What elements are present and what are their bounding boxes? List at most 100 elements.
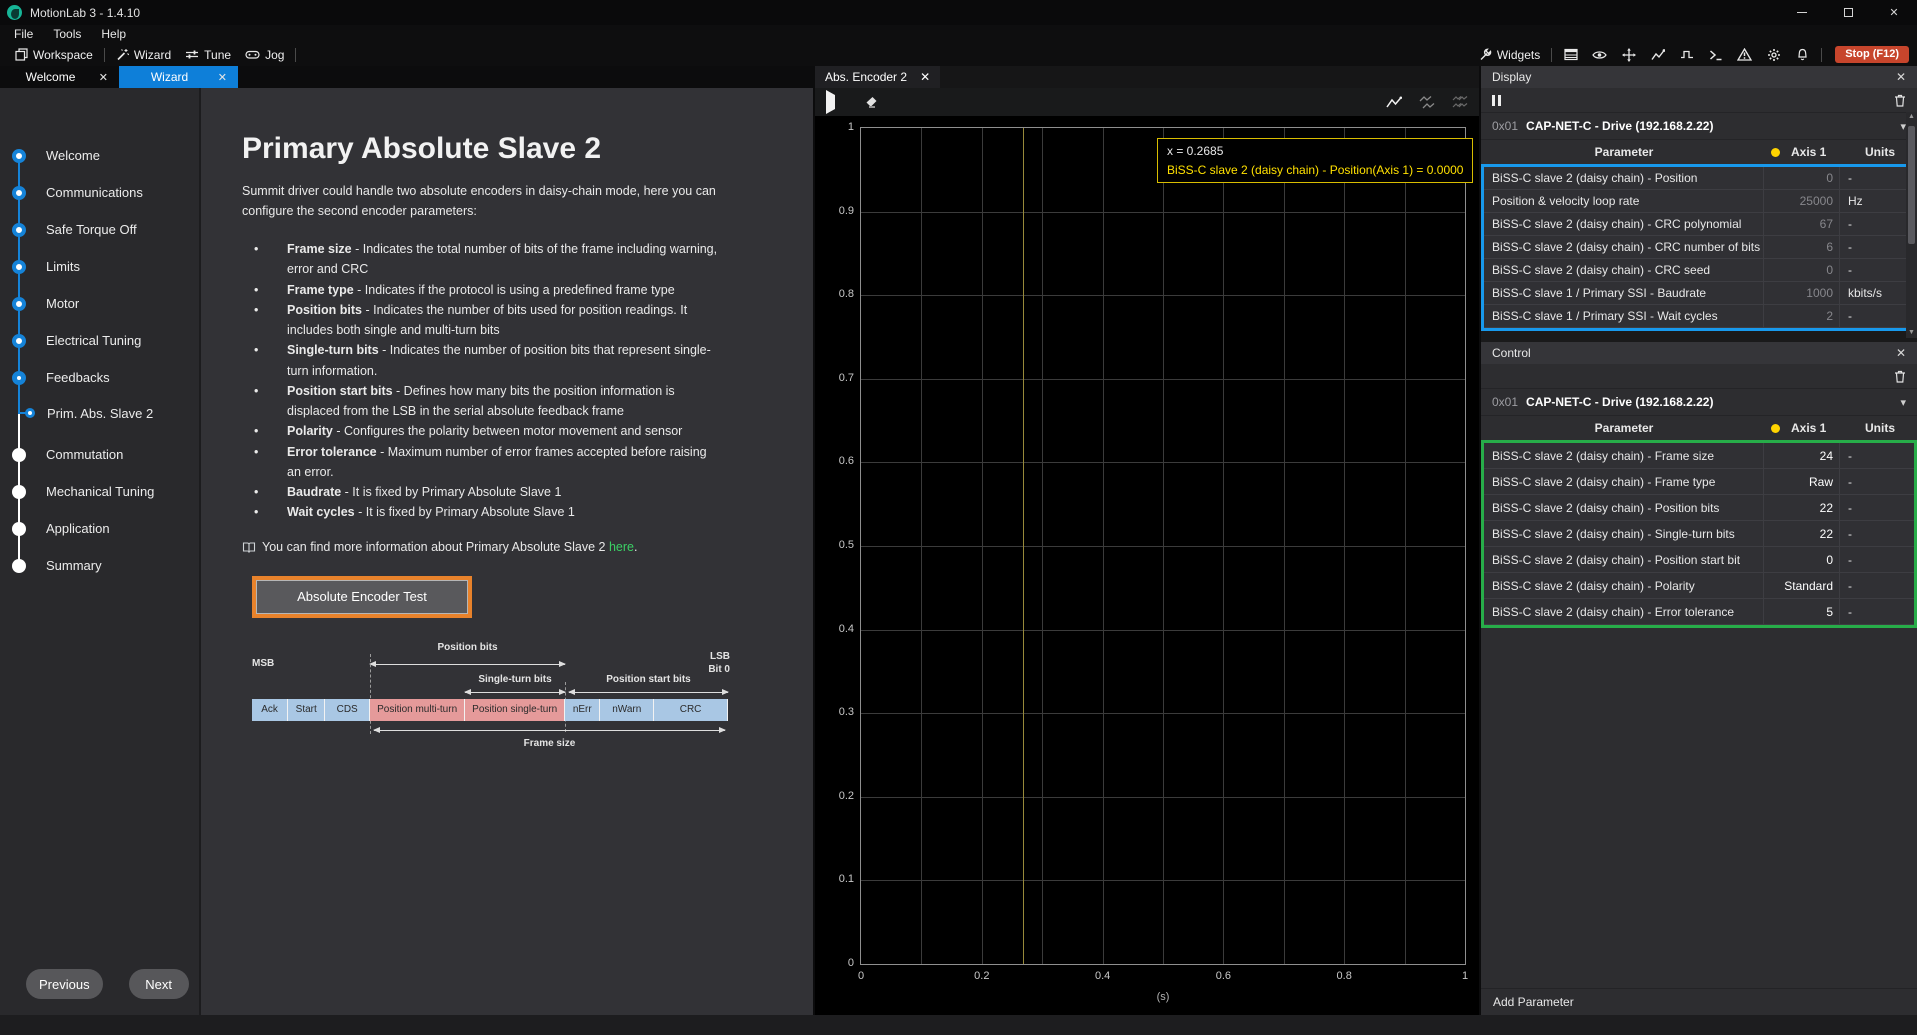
clear-button[interactable]: [865, 96, 879, 108]
play-button[interactable]: [826, 95, 835, 109]
wizard-step[interactable]: Welcome: [0, 137, 199, 174]
wizard-button[interactable]: Wizard: [109, 48, 178, 62]
window-title: MotionLab 3 - 1.4.10: [30, 6, 140, 20]
menu-item[interactable]: Help: [91, 27, 136, 41]
step-label: Mechanical Tuning: [46, 484, 154, 499]
control-parameter-row[interactable]: BiSS-C slave 2 (daisy chain) - Position …: [1484, 495, 1914, 521]
display-parameter-row[interactable]: BiSS-C slave 1 / Primary SSI - Wait cycl…: [1484, 305, 1914, 328]
tune-sliders-icon: [185, 48, 199, 61]
jog-button[interactable]: Jog: [238, 48, 291, 62]
bullet-item: Position bits - Indicates the number of …: [242, 300, 720, 341]
parameter-value[interactable]: Raw: [1764, 469, 1840, 494]
parameter-value[interactable]: 0: [1764, 547, 1840, 572]
control-parameter-row[interactable]: BiSS-C slave 2 (daisy chain) - Position …: [1484, 547, 1914, 573]
control-device-dropdown[interactable]: 0x01 CAP-NET-C - Drive (192.168.2.22) ▾: [1481, 388, 1917, 416]
tab-abs-encoder-2[interactable]: Abs. Encoder 2 ✕: [815, 66, 940, 88]
trash-icon: [1894, 370, 1906, 383]
wizard-step[interactable]: Application: [0, 510, 199, 547]
display-parameter-row[interactable]: BiSS-C slave 2 (daisy chain) - Position …: [1484, 167, 1914, 190]
play-icon: [826, 90, 835, 114]
wizard-step[interactable]: Safe Torque Off: [0, 211, 199, 248]
wizard-step[interactable]: Summary: [0, 547, 199, 584]
workspace-button[interactable]: Workspace: [8, 48, 100, 62]
control-parameter-row[interactable]: BiSS-C slave 2 (daisy chain) - Error tol…: [1484, 599, 1914, 625]
dual-signal-button[interactable]: [1419, 96, 1435, 109]
wizard-step[interactable]: Prim. Abs. Slave 2: [0, 396, 199, 430]
scroll-thumb[interactable]: [1908, 126, 1915, 244]
wizard-step[interactable]: Electrical Tuning: [0, 322, 199, 359]
table-view-button[interactable]: [1556, 48, 1585, 61]
parameter-value[interactable]: 22: [1764, 495, 1840, 520]
pause-button[interactable]: [1492, 95, 1501, 106]
display-device-dropdown[interactable]: 0x01 CAP-NET-C - Drive (192.168.2.22) ▾: [1481, 112, 1917, 140]
maximize-button[interactable]: [1825, 0, 1871, 25]
menu-item[interactable]: Tools: [43, 27, 91, 41]
widgets-button[interactable]: Widgets: [1472, 48, 1547, 62]
next-button[interactable]: Next: [129, 969, 189, 999]
cursor-line[interactable]: [1023, 128, 1024, 964]
single-signal-button[interactable]: [1386, 96, 1402, 109]
absolute-encoder-test-button[interactable]: Absolute Encoder Test: [256, 580, 468, 614]
parameter-value[interactable]: 5: [1764, 599, 1840, 624]
close-button[interactable]: ✕: [1871, 0, 1917, 25]
control-parameter-row[interactable]: BiSS-C slave 2 (daisy chain) - Single-tu…: [1484, 521, 1914, 547]
here-link[interactable]: here: [609, 540, 634, 554]
menu-item[interactable]: File: [4, 27, 43, 41]
alerts-button[interactable]: [1730, 48, 1759, 61]
motion-view-button[interactable]: [1614, 48, 1643, 62]
close-panel-icon[interactable]: ✕: [1896, 70, 1906, 84]
tab-wizard[interactable]: Wizard ✕: [119, 66, 238, 88]
bullet-item: Position start bits - Defines how many b…: [242, 381, 720, 422]
step-label: Motor: [46, 296, 79, 311]
add-parameter-button[interactable]: Add Parameter: [1481, 988, 1917, 1015]
scroll-down-icon[interactable]: ▼: [1908, 328, 1915, 338]
bottom-strip: [0, 1015, 1917, 1035]
bullet-item: Error tolerance - Maximum number of erro…: [242, 442, 720, 483]
step-dot-icon: [12, 186, 26, 200]
close-tab-icon[interactable]: ✕: [920, 70, 930, 84]
display-parameter-row[interactable]: Position & velocity loop rate 25000 Hz: [1484, 190, 1914, 213]
stop-button[interactable]: Stop (F12): [1835, 46, 1909, 63]
close-tab-icon[interactable]: ✕: [99, 71, 108, 84]
quad-signal-button[interactable]: [1452, 96, 1468, 109]
wizard-step[interactable]: Communications: [0, 174, 199, 211]
wizard-step[interactable]: Motor: [0, 285, 199, 322]
close-tab-icon[interactable]: ✕: [218, 71, 227, 84]
display-parameter-row[interactable]: BiSS-C slave 2 (daisy chain) - CRC numbe…: [1484, 236, 1914, 259]
parameter-value[interactable]: Standard: [1764, 573, 1840, 598]
minimize-button[interactable]: [1779, 0, 1825, 25]
display-parameter-row[interactable]: BiSS-C slave 1 / Primary SSI - Baudrate …: [1484, 282, 1914, 305]
scroll-up-icon[interactable]: ▲: [1908, 112, 1915, 122]
clear-list-button[interactable]: [1894, 94, 1906, 107]
parameter-units: Hz: [1840, 190, 1914, 212]
x-axis-unit-label: (s): [1157, 991, 1170, 1003]
settings-button[interactable]: [1759, 48, 1788, 62]
console-button[interactable]: [1701, 49, 1730, 61]
parameter-units: -: [1840, 573, 1914, 598]
tune-button[interactable]: Tune: [178, 48, 238, 62]
watch-view-button[interactable]: [1585, 49, 1614, 61]
gridline-horizontal: [861, 546, 1465, 547]
plot-area[interactable]: x = 0.2685 BiSS-C slave 2 (daisy chain) …: [860, 127, 1466, 965]
parameter-name: Position & velocity loop rate: [1484, 190, 1764, 212]
parameter-value[interactable]: 24: [1764, 443, 1840, 468]
control-parameter-row[interactable]: BiSS-C slave 2 (daisy chain) - Polarity …: [1484, 573, 1914, 599]
wizard-step[interactable]: Mechanical Tuning: [0, 473, 199, 510]
close-panel-icon[interactable]: ✕: [1896, 346, 1906, 360]
display-parameter-row[interactable]: BiSS-C slave 2 (daisy chain) - CRC polyn…: [1484, 213, 1914, 236]
clear-list-button[interactable]: [1894, 370, 1906, 383]
display-scrollbar[interactable]: ▲ ▼: [1906, 112, 1917, 338]
tab-welcome[interactable]: Welcome ✕: [0, 66, 119, 88]
previous-button[interactable]: Previous: [26, 969, 103, 999]
control-parameter-row[interactable]: BiSS-C slave 2 (daisy chain) - Frame typ…: [1484, 469, 1914, 495]
parameter-value[interactable]: 22: [1764, 521, 1840, 546]
wizard-step[interactable]: Limits: [0, 248, 199, 285]
display-parameter-row[interactable]: BiSS-C slave 2 (daisy chain) - CRC seed …: [1484, 259, 1914, 282]
y-tick-label: 0.3: [824, 706, 854, 718]
scope-view-button[interactable]: [1643, 48, 1672, 61]
wizard-step[interactable]: Feedbacks: [0, 359, 199, 396]
notifications-button[interactable]: [1788, 48, 1817, 61]
control-parameter-row[interactable]: BiSS-C slave 2 (daisy chain) - Frame siz…: [1484, 443, 1914, 469]
signals-button[interactable]: [1672, 49, 1701, 61]
wizard-step[interactable]: Commutation: [0, 436, 199, 473]
